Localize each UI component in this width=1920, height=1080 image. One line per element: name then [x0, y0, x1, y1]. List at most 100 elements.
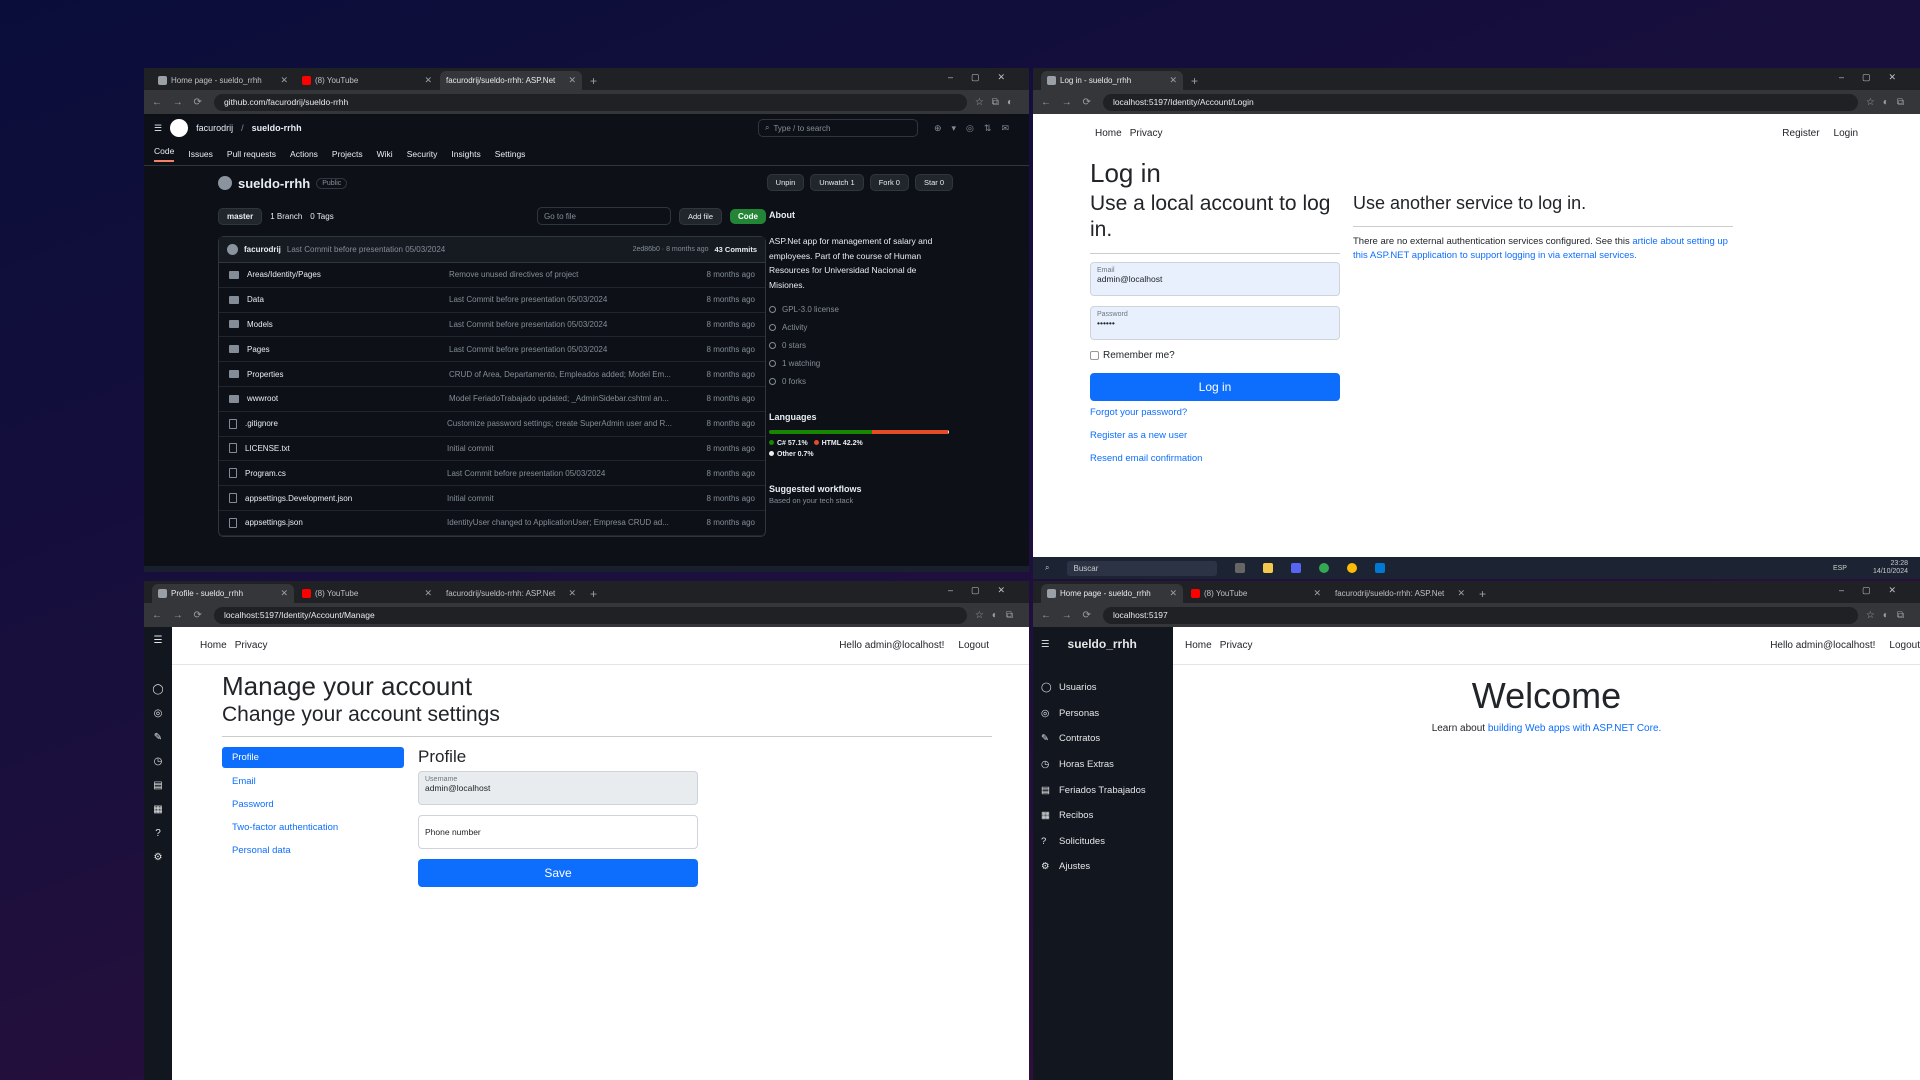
task-view-icon[interactable]	[1235, 563, 1246, 573]
login-button[interactable]: Log in	[1090, 373, 1340, 401]
go-to-file-input[interactable]: Go to file	[536, 207, 671, 225]
remember-checkbox[interactable]	[1090, 351, 1099, 360]
help-icon[interactable]: ?	[155, 828, 161, 839]
browser-tab[interactable]: (8) YouTube ✕	[296, 584, 438, 603]
logout-link[interactable]: Logout	[958, 640, 989, 651]
hello-user[interactable]: Hello admin@localhost!	[839, 640, 944, 651]
close-icon[interactable]: ✕	[280, 75, 288, 86]
file-row[interactable]: wwwroot Model FeriadoTrabajado updated; _…	[219, 387, 765, 412]
code-button[interactable]: Code	[730, 208, 766, 224]
save-button[interactable]: Save	[418, 859, 698, 887]
file-name[interactable]: wwwroot	[247, 394, 449, 403]
chrome-icon[interactable]	[1347, 563, 1358, 573]
watching-link[interactable]: 1 watching	[769, 354, 949, 372]
window-controls[interactable]: –▢✕	[948, 585, 1023, 596]
nav-arrows-icon[interactable]: ← → ⟳	[152, 610, 206, 621]
sidebar-item[interactable]: ✎ Contratos	[1033, 726, 1173, 752]
tab-projects[interactable]: Projects	[332, 149, 363, 159]
new-tab-icon[interactable]: +	[584, 587, 603, 603]
file-name[interactable]: LICENSE.txt	[245, 444, 447, 453]
file-name[interactable]: Areas/Identity/Pages	[247, 270, 449, 279]
branches-link[interactable]: 1 Branch	[270, 212, 302, 221]
file-name[interactable]: Models	[247, 320, 449, 329]
search-input[interactable]: ⌕ Type / to search	[758, 119, 918, 137]
tab-settings[interactable]: Settings	[495, 149, 526, 159]
menu-personal-data[interactable]: Personal data	[222, 833, 404, 856]
resend-confirmation-link[interactable]: Resend email confirmation	[1090, 453, 1340, 464]
fork-button[interactable]: Fork 0	[869, 174, 909, 191]
file-row[interactable]: Areas/Identity/Pages Remove unused direct…	[219, 263, 765, 288]
language-indicator[interactable]: ESP	[1833, 565, 1847, 572]
nav-privacy[interactable]: Privacy	[235, 640, 268, 651]
explorer-icon[interactable]	[1263, 563, 1274, 573]
people-icon[interactable]: ◎	[154, 708, 163, 719]
hello-user[interactable]: Hello admin@localhost!	[1770, 640, 1875, 651]
receipt-icon[interactable]: ▦	[153, 804, 162, 815]
stars-link[interactable]: 0 stars	[769, 336, 949, 354]
activity-link[interactable]: Activity	[769, 318, 949, 336]
file-commit-message[interactable]: Customize password settings; create Supe…	[447, 419, 695, 428]
browser-tab-active[interactable]: Log in - sueldo_rrhh ✕	[1041, 71, 1183, 90]
sidebar-item[interactable]: ▤ Feriados Trabajados	[1033, 777, 1173, 803]
phone-field[interactable]: Phone number	[418, 815, 698, 849]
tab-security[interactable]: Security	[407, 149, 438, 159]
browser-tab-active[interactable]: Home page - sueldo_rrhh ✕	[1041, 584, 1183, 603]
close-icon[interactable]: ✕	[424, 75, 432, 86]
brand[interactable]: sueldo_rrhh	[1068, 637, 1137, 651]
file-commit-message[interactable]: Last Commit before presentation 05/03/20…	[447, 469, 695, 478]
commits-count[interactable]: 43 Commits	[714, 245, 757, 254]
extensions-icon[interactable]: ☆⧉◐	[975, 97, 1021, 108]
forks-link[interactable]: 0 forks	[769, 372, 949, 390]
browser-tab-active[interactable]: facurodrij/sueldo-rrhh: ASP.Net ✕	[144, 71, 582, 123]
file-commit-message[interactable]: CRUD of Area, Departamento, Empleados ad…	[449, 370, 695, 379]
window-controls[interactable]: –▢✕	[1839, 585, 1914, 596]
tab-insights[interactable]: Insights	[451, 149, 480, 159]
file-row[interactable]: LICENSE.txt Initial commit 8 months ago	[219, 437, 765, 462]
menu-profile[interactable]: Profile	[222, 747, 404, 768]
file-name[interactable]: appsettings.json	[245, 518, 447, 527]
lang-other[interactable]: Other 0.7%	[777, 451, 814, 458]
nav-arrows-icon[interactable]: ← → ⟳	[152, 97, 206, 108]
file-commit-message[interactable]: Last Commit before presentation 05/03/20…	[449, 295, 695, 304]
browser-tab-active[interactable]: Profile - sueldo_rrhh ✕	[152, 584, 294, 603]
browser-tab[interactable]: Home page - sueldo_rrhh ✕	[152, 71, 294, 90]
close-icon[interactable]: ✕	[424, 588, 432, 599]
tab-wiki[interactable]: Wiki	[377, 149, 393, 159]
sidebar-item[interactable]: ⚙ Ajustes	[1033, 854, 1173, 880]
nav-home[interactable]: Home	[200, 640, 227, 651]
browser-tab[interactable]: facurodrij/sueldo-rrhh: ASP.Net ✕	[144, 584, 582, 636]
menu-email[interactable]: Email	[222, 768, 404, 787]
unpin-button[interactable]: Unpin	[766, 174, 805, 191]
nav-privacy[interactable]: Privacy	[1220, 640, 1253, 651]
file-name[interactable]: Data	[247, 295, 449, 304]
browser-tab[interactable]: (8) YouTube ✕	[296, 71, 438, 90]
file-row[interactable]: Data Last Commit before presentation 05/0…	[219, 288, 765, 313]
discord-icon[interactable]	[1291, 563, 1302, 573]
github-logo-icon[interactable]	[170, 119, 189, 137]
nav-privacy[interactable]: Privacy	[1130, 128, 1163, 139]
extensions-icon[interactable]: ☆◐⧉	[975, 610, 1021, 621]
calendar-icon[interactable]: ▤	[153, 780, 162, 791]
unwatch-button[interactable]: Unwatch 1	[810, 174, 864, 191]
menu-two-factor[interactable]: Two-factor authentication	[222, 810, 404, 833]
password-field[interactable]: Password ••••••	[1090, 306, 1340, 340]
file-name[interactable]: Program.cs	[245, 469, 447, 478]
browser-tab[interactable]: (8) YouTube ✕	[1185, 584, 1327, 603]
extensions-icon[interactable]: ☆◐⧉	[1866, 610, 1912, 621]
contract-icon[interactable]: ✎	[154, 732, 162, 743]
file-commit-message[interactable]: Initial commit	[447, 444, 695, 453]
file-commit-message[interactable]: IdentityUser changed to ApplicationUser;…	[447, 518, 695, 527]
nav-arrows-icon[interactable]: ← → ⟳	[1041, 610, 1095, 621]
tab-code[interactable]: Code	[154, 146, 175, 162]
file-commit-message[interactable]: Last Commit before presentation 05/03/20…	[449, 320, 695, 329]
close-icon[interactable]: ✕	[568, 75, 576, 86]
browser-tab[interactable]: facurodrij/sueldo-rrhh: ASP.Net ✕	[1033, 584, 1471, 636]
branch-select[interactable]: master	[218, 207, 263, 225]
file-row[interactable]: Pages Last Commit before presentation 05/…	[219, 337, 765, 363]
address-bar[interactable]: localhost:5197/Identity/Account/Login	[1102, 93, 1858, 111]
logout-link[interactable]: Logout	[1889, 640, 1920, 651]
header-icons[interactable]: ⊕▾◎⇅✉	[934, 123, 1019, 134]
owner-link[interactable]: facurodrij	[196, 123, 233, 133]
nav-home[interactable]: Home	[1095, 128, 1122, 139]
nav-login[interactable]: Login	[1834, 128, 1858, 139]
